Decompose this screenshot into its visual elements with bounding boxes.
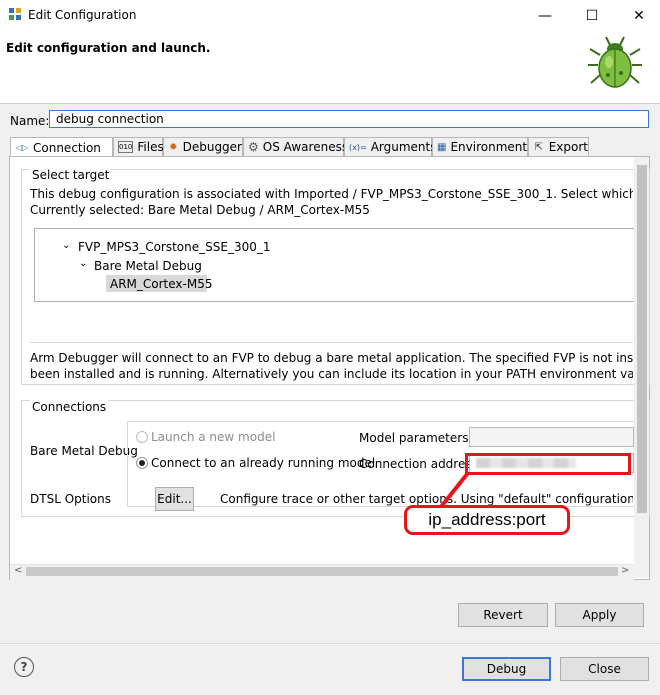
tab-connection[interactable]: ◁▷ Connection: [10, 137, 113, 157]
divider: [30, 342, 633, 343]
scroll-right-icon[interactable]: >: [621, 565, 629, 576]
window-title: Edit Configuration: [28, 8, 137, 22]
tree-node-cortex-m55[interactable]: ARM_Cortex-M55: [110, 277, 213, 291]
tab-label: OS Awareness: [262, 140, 349, 154]
tab-arguments[interactable]: (x)= Arguments: [344, 137, 436, 156]
header-title: Edit configuration and launch.: [6, 41, 211, 55]
target-description: This debug configuration is associated w…: [30, 187, 633, 201]
connection-icon: ◁▷: [15, 143, 29, 152]
footer-divider: [0, 643, 660, 644]
launch-model-radio[interactable]: [136, 431, 148, 443]
select-target-label: Select target: [30, 168, 112, 182]
dtsl-options-label: DTSL Options: [30, 492, 111, 506]
tab-label: Arguments: [370, 140, 437, 154]
tab-debugger[interactable]: ✹ Debugger: [163, 137, 243, 156]
help-icon[interactable]: ?: [14, 657, 34, 677]
model-parameters-label: Model parameters: [359, 431, 469, 445]
annotation-arrow: [438, 471, 470, 510]
debug-button[interactable]: Debug: [462, 657, 551, 681]
dtsl-edit-button[interactable]: Edit...: [155, 487, 194, 511]
name-label: Name:: [10, 114, 50, 128]
connections-label: Connections: [30, 400, 109, 414]
maximize-button[interactable]: ☐: [569, 0, 615, 31]
vertical-scroll-thumb[interactable]: [637, 165, 647, 513]
expand-icon[interactable]: ⌄: [62, 240, 70, 251]
close-icon: ✕: [633, 7, 645, 24]
tab-label: Files: [137, 140, 164, 154]
minimize-icon: —: [538, 7, 552, 24]
horizontal-scroll-thumb[interactable]: [26, 567, 618, 576]
connection-address-label: Connection address: [359, 457, 478, 471]
apply-button[interactable]: Apply: [555, 603, 644, 627]
revert-button[interactable]: Revert: [458, 603, 548, 627]
files-icon: 010: [118, 141, 134, 153]
export-icon: ⇱: [534, 141, 544, 153]
currently-selected-text: Currently selected: Bare Metal Debug / A…: [30, 203, 370, 217]
tab-label: Export: [548, 140, 588, 154]
close-button[interactable]: Close: [560, 657, 649, 681]
scroll-left-icon[interactable]: <: [14, 565, 22, 576]
dtsl-description: Configure trace or other target options.…: [220, 492, 633, 506]
app-icon: [9, 8, 21, 20]
tab-environment[interactable]: ▦ Environment: [432, 137, 528, 156]
maximize-icon: ☐: [585, 7, 599, 24]
info-line-1: Arm Debugger will connect to an FVP to d…: [30, 351, 633, 365]
model-parameters-field[interactable]: [469, 427, 634, 447]
connect-running-model-label: Connect to an already running model: [151, 456, 376, 470]
name-input[interactable]: [49, 110, 649, 128]
connect-running-model-radio[interactable]: [136, 457, 148, 469]
gear-icon: ⚙: [248, 140, 259, 154]
expand-icon[interactable]: ⌄: [79, 258, 87, 269]
bare-metal-debug-label: Bare Metal Debug: [30, 444, 138, 458]
tab-label: Debugger: [182, 140, 242, 154]
tab-os-awareness[interactable]: ⚙ OS Awareness: [243, 137, 348, 156]
tab-export[interactable]: ⇱ Export: [528, 137, 589, 156]
tab-label: Environment: [450, 140, 528, 154]
environment-icon: ▦: [437, 141, 447, 153]
debugger-icon: ✹: [169, 141, 178, 153]
tab-files[interactable]: 010 Files: [113, 137, 164, 156]
minimize-button[interactable]: —: [522, 0, 568, 31]
arguments-icon: (x)=: [349, 142, 367, 152]
tab-label: Connection: [33, 140, 101, 155]
launch-model-label: Launch a new model: [151, 430, 276, 444]
close-window-button[interactable]: ✕: [616, 0, 660, 31]
tree-node-fvp[interactable]: FVP_MPS3_Corstone_SSE_300_1: [78, 240, 271, 254]
annotation-label: ip_address:port: [404, 505, 570, 535]
bug-icon: [588, 36, 642, 88]
info-line-2: been installed and is running. Alternati…: [30, 367, 633, 381]
tree-node-bare-metal[interactable]: Bare Metal Debug: [94, 259, 202, 273]
